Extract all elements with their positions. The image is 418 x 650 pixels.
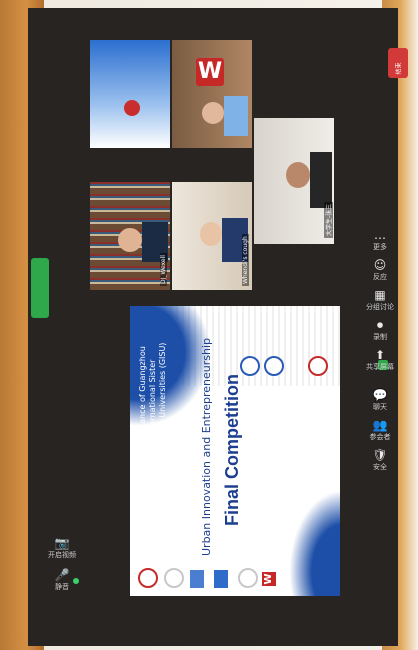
slide-title-line-2: Final Competition (222, 374, 242, 526)
university-logo-6 (240, 356, 260, 376)
participant-tile-man[interactable]: 大学生-张三 (254, 118, 334, 244)
chat-label: 聊天 (373, 403, 387, 411)
record-label: 录制 (373, 333, 387, 341)
participant-tile-woman[interactable]: Whendi's cough (172, 182, 252, 290)
person-face (200, 222, 222, 246)
more-icon: … (374, 228, 386, 242)
university-logo-w: W (262, 572, 276, 586)
emblem-icon (124, 100, 140, 116)
host-line-1: Alliance of Guangzhou (138, 346, 147, 436)
person-face (202, 102, 224, 124)
host-text: Alliance of Guangzhou International Sist… (138, 316, 168, 436)
record-icon: ⏺ (376, 318, 383, 332)
video-label: 开启视频 (48, 551, 76, 559)
person-face (286, 162, 310, 188)
person-shirt (224, 96, 248, 136)
w-logo-icon: W (196, 58, 224, 86)
security-label: 安全 (373, 463, 387, 471)
participant-name-1: DJ_Wexell (160, 253, 167, 286)
meeting-toolbar: 🎤 静音 📷 开启视频 (28, 8, 94, 646)
monitor-screen: 🎤 静音 📷 开启视频 🛡 安全 👥 参会者 💬 聊天 ⬆ 共享屏幕 ⏺ 录制 … (28, 8, 408, 646)
reactions-button[interactable]: ☺ 反应 (358, 258, 402, 282)
participants-label: 参会者 (369, 433, 391, 441)
university-logo-5 (238, 568, 258, 588)
video-button[interactable]: 📷 开启视频 (40, 536, 84, 560)
chat-button[interactable]: 💬 聊天 (358, 388, 402, 412)
participant-tile-w[interactable]: W (172, 40, 252, 148)
host-line-2: International Sister (148, 359, 157, 436)
participants-icon: 👥 (372, 418, 388, 432)
share-label: 共享屏幕 (366, 363, 394, 371)
more-button[interactable]: … 更多 (358, 228, 402, 252)
grid-icon: ▦ (374, 288, 386, 302)
person-face (118, 228, 142, 252)
university-logo-8 (308, 356, 328, 376)
chat-icon: 💬 (372, 388, 388, 402)
end-meeting-button[interactable]: 结束 (388, 48, 408, 78)
camera-icon: 📷 (54, 536, 70, 550)
more-label: 更多 (373, 243, 387, 251)
slide-title-line-1: Urban Innovation and Entrepreneurship (200, 338, 213, 556)
participants-button[interactable]: 👥 参会者 (358, 418, 402, 442)
university-logo-3 (190, 570, 204, 588)
active-dot (73, 578, 79, 584)
status-indicator-green (31, 258, 49, 318)
end-label: 结束 (395, 62, 403, 75)
shared-slide: Alliance of Guangzhou International Sist… (130, 306, 340, 596)
person-coat (310, 152, 332, 208)
record-button[interactable]: ⏺ 录制 (358, 318, 402, 342)
slide-content: Alliance of Guangzhou International Sist… (130, 306, 340, 596)
participant-tile-bookshelf[interactable]: DJ_Wexell (90, 182, 170, 290)
university-logo-4 (214, 570, 228, 588)
share-screen-button[interactable]: ⬆ 共享屏幕 (358, 348, 402, 372)
share-icon: ⬆ (374, 348, 386, 362)
smile-icon: ☺ (373, 258, 387, 272)
participant-name-2: Whendi's cough (242, 234, 249, 286)
host-line-3: City Universities (GISU) (158, 342, 167, 436)
reactions-label: 反应 (373, 273, 387, 281)
mute-label: 静音 (55, 583, 69, 591)
university-logo-7 (264, 356, 284, 376)
security-button[interactable]: 🛡 安全 (358, 448, 402, 472)
breakout-label: 分组讨论 (366, 303, 394, 311)
breakout-button[interactable]: ▦ 分组讨论 (358, 288, 402, 312)
university-logo-2 (164, 568, 184, 588)
blue-splash-bottom (280, 476, 340, 596)
participant-tile-poster[interactable] (90, 40, 170, 148)
shield-icon: 🛡 (372, 448, 388, 462)
university-logo-1 (138, 568, 158, 588)
participant-name-3: 大学生-张三 (324, 201, 333, 238)
